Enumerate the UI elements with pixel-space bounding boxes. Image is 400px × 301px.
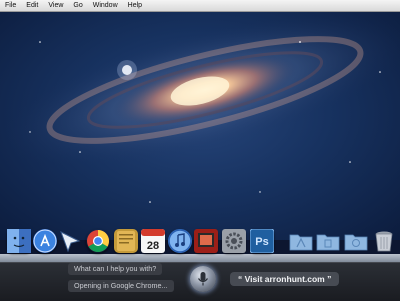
cursor-arrow-icon[interactable] (58, 229, 82, 253)
menu-view[interactable]: View (43, 0, 68, 11)
galaxy-wallpaper (0, 14, 400, 203)
applications-folder-icon[interactable] (289, 229, 313, 253)
menu-edit[interactable]: Edit (21, 0, 43, 11)
photoshop-icon[interactable]: Ps (250, 229, 274, 253)
photo-booth-icon[interactable] (194, 229, 218, 253)
calendar-icon[interactable]: 28 (141, 229, 165, 253)
downloads-folder-icon[interactable] (344, 229, 368, 253)
calendar-date-label: 28 (147, 240, 159, 252)
dock-shelf (0, 254, 400, 262)
menu-help[interactable]: Help (123, 0, 147, 11)
siri-status-text: Opening in Google Chrome... (68, 280, 174, 292)
microphone-icon (197, 272, 209, 286)
app-store-icon[interactable] (33, 229, 57, 253)
itunes-icon[interactable] (168, 229, 192, 253)
menu-go[interactable]: Go (68, 0, 87, 11)
microphone-button[interactable] (190, 266, 216, 292)
chrome-icon[interactable] (86, 229, 110, 253)
menu-file[interactable]: File (0, 0, 21, 11)
photoshop-label: Ps (255, 236, 268, 248)
trash-icon[interactable] (372, 229, 396, 253)
documents-folder-icon[interactable] (316, 229, 340, 253)
notepad-icon[interactable] (114, 229, 138, 253)
siri-response-text[interactable]: “ Visit arronhunt.com ” (230, 272, 340, 286)
menu-bar: File Edit View Go Window Help (0, 0, 400, 12)
siri-prompt-text: What can I help you with? (68, 263, 163, 275)
finder-icon[interactable] (7, 229, 31, 253)
menu-window[interactable]: Window (88, 0, 123, 11)
system-preferences-icon[interactable] (222, 229, 246, 253)
desktop-wallpaper (0, 12, 400, 240)
